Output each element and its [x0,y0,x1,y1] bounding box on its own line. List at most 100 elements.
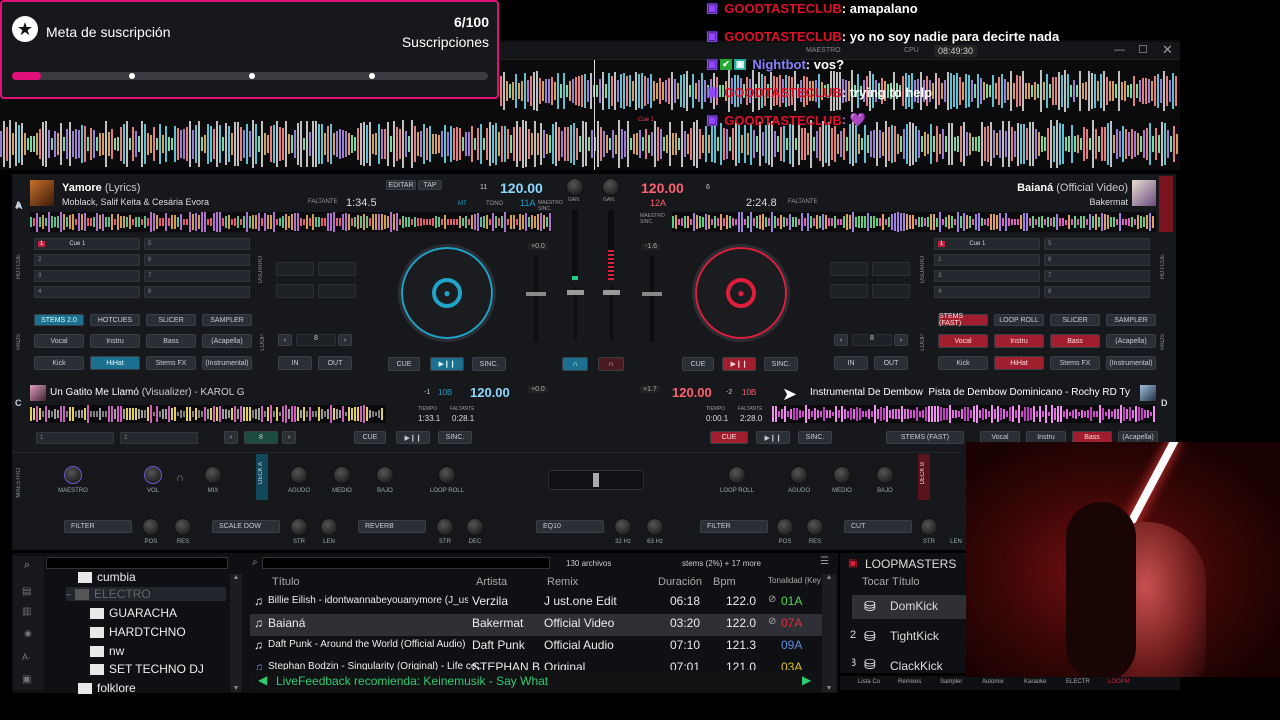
bottom-tab[interactable]: LOOPM [1108,679,1130,685]
col-artist[interactable]: Artista [476,576,507,588]
loop-size[interactable]: 8 [296,334,336,346]
pad-hihat[interactable]: HiHat [90,356,140,370]
scroll-down-icon[interactable]: ▼ [822,685,836,692]
user-slot[interactable] [276,262,314,276]
folder-search-input[interactable] [46,557,228,569]
user-slot[interactable] [872,262,910,276]
headphone-a-button[interactable]: ∩ [562,357,588,371]
hotcue-slot[interactable]: 5 [144,238,250,250]
pitch-slider-a[interactable] [526,256,546,342]
bottom-tab[interactable]: Karaoke [1024,679,1046,685]
deck-c-play-button[interactable]: ▶❙❙ [396,431,430,444]
pad-stems-fx[interactable]: Stems FX [1050,356,1100,370]
deck-d-play-button[interactable]: ▶❙❙ [756,431,790,444]
eq-high-knob-b[interactable] [790,466,808,484]
eq-low-knob-a[interactable] [376,466,394,484]
hotcue-slot[interactable]: 1 Cue 1 [934,238,1040,250]
eq-63hz-knob[interactable] [646,518,664,536]
eye-icon[interactable]: ◉ [24,628,32,639]
bottom-tab[interactable]: Automix [982,679,1004,685]
table-row[interactable]: ♫ Baianá Bakermat Official Video 03:20 1… [250,614,822,636]
mix-knob[interactable] [204,466,222,484]
track-search-input[interactable] [262,557,550,569]
hotcue-slot[interactable]: 4 [934,286,1040,298]
hotcue-slot[interactable]: 6 [1044,254,1150,266]
folder-item[interactable]: – ELECTRO [66,587,226,601]
deck-a-waveform[interactable] [30,212,552,232]
track-scrollbar[interactable]: ▲ ▼ [822,574,836,692]
user-slot[interactable] [830,284,868,298]
pad-kick[interactable]: Kick [938,356,988,370]
pad-bass[interactable]: Bass [1050,334,1100,348]
hotcue-slot[interactable]: 3 [34,270,140,282]
col-duration[interactable]: Duración [658,576,702,588]
fx-pos-knob[interactable] [142,518,160,536]
loopmasters-item[interactable]: ⛁ DomKick [852,595,970,619]
folder-item[interactable]: cumbia [78,570,136,584]
col-key[interactable]: Tonalidad (Key [768,576,821,585]
loopmasters-item[interactable]: 3 ⛁ ClackKick [852,653,970,673]
eq-32hz-knob[interactable] [614,518,632,536]
deck-c-sync-button[interactable]: SINC. [438,431,472,444]
gain-knob-a[interactable] [566,178,584,196]
deck-c-loop-size[interactable]: 8 [244,431,278,444]
fx-len-knob[interactable] [320,518,338,536]
fx-str-knob-b[interactable] [920,518,938,536]
loop-double-button[interactable]: › [338,334,352,346]
fx1-filter-select[interactable]: FILTER [64,520,132,533]
user-slot[interactable] [276,284,314,298]
pad-acapella[interactable]: (Acapella) [1106,334,1156,348]
hotcue-slot[interactable]: 7 [144,270,250,282]
deck-c-waveform[interactable] [30,405,386,423]
loop-half-button[interactable]: ‹ [834,334,848,346]
fx-res-knob-b[interactable] [806,518,824,536]
fx-str2-knob[interactable] [436,518,454,536]
deck-a-tap-button[interactable]: TAP [418,180,442,190]
deck-d-cue-button[interactable]: CUE [710,431,748,444]
pad-hihat[interactable]: HiHat [994,356,1044,370]
hotcue-slot[interactable]: 1 Cue 1 [34,238,140,250]
hotcue-slot[interactable]: 5 [1044,238,1150,250]
loop-in-button[interactable]: IN [834,356,868,370]
fx-res-knob[interactable] [174,518,192,536]
pads-tab-stems[interactable]: STEMS (FAST) [938,313,988,327]
list-view-icon[interactable]: ☰ [820,556,829,567]
fx-cut-select[interactable]: CUT [844,520,912,533]
pad-instrumental[interactable]: (Instrumental) [202,356,252,370]
volume-fader-b[interactable] [603,286,620,340]
deck-d-waveform[interactable] [772,405,1156,423]
track-search-icon[interactable]: ⌕ [252,557,258,568]
prev-icon[interactable]: ◀ [258,673,267,687]
hotcue-slot[interactable]: 6 [144,254,250,266]
eq-low-knob-b[interactable] [876,466,894,484]
pads-tab-sampler[interactable]: SAMPLER [202,314,252,326]
folder-scrollbar[interactable]: ▲ ▼ [230,574,242,692]
bottom-tab[interactable]: ELECTR [1066,679,1090,685]
deck-b-cue-button[interactable]: CUE [682,357,714,371]
pitch-slider-b[interactable] [642,256,662,342]
pad-vocal[interactable]: Vocal [34,334,84,348]
vol-knob[interactable] [144,466,162,484]
loopmasters-item[interactable]: 2 ⛁ TightKick [850,625,970,647]
pad-bass[interactable]: Bass [146,334,196,348]
deck-c-cue-button[interactable]: CUE [354,431,386,444]
deck-d-sync-button[interactable]: SINC. [798,431,832,444]
jog-wheel-a[interactable]: ● [398,244,496,342]
pads-tab-sampler[interactable]: SAMPLER [1106,314,1156,326]
eq-mid-knob-a[interactable] [333,466,351,484]
loop-in-button[interactable]: IN [278,356,312,370]
pads-tab-loop-roll[interactable]: LOOP ROLL [994,314,1044,326]
eq-high-knob-a[interactable] [290,466,308,484]
scroll-down-icon[interactable]: ▼ [230,685,242,692]
fx-filter-select-b[interactable]: FILTER [700,520,768,533]
list-icon[interactable]: ▥ [22,606,31,617]
deck-b-sync-button[interactable]: SINC. [764,357,798,371]
hotcue-slot[interactable]: 2 [34,254,140,266]
pad-vocal[interactable]: Vocal [938,334,988,348]
pad-kick[interactable]: Kick [34,356,84,370]
hotcue-slot[interactable]: 4 [34,286,140,298]
text-icon[interactable]: A· [22,652,31,662]
user-slot[interactable] [830,262,868,276]
scroll-up-icon[interactable]: ▲ [230,574,242,581]
master-knob[interactable] [64,466,82,484]
